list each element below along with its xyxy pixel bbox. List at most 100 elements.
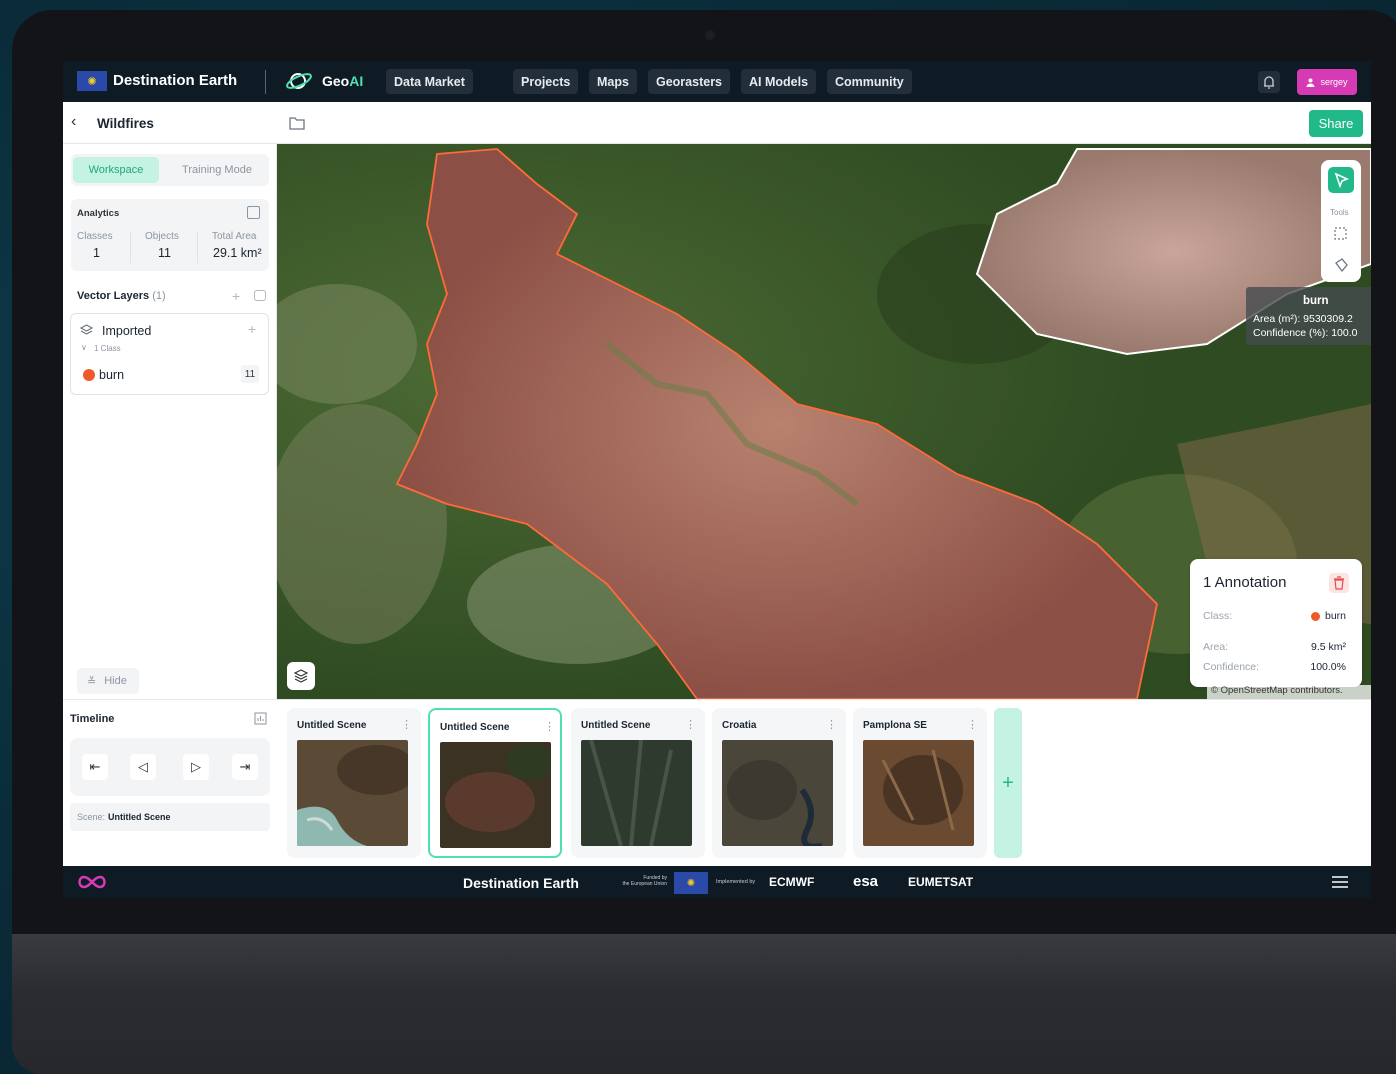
step-forward-icon[interactable]: ▷	[183, 754, 209, 780]
user-icon	[1306, 78, 1315, 87]
laptop-camera	[705, 30, 715, 40]
scene-name: Untitled Scene	[297, 720, 367, 731]
planet-icon	[286, 73, 312, 89]
kebab-menu-icon[interactable]: ⋮	[685, 718, 696, 732]
annotation-class-value: burn	[1310, 610, 1346, 622]
class-color-dot	[83, 369, 95, 381]
add-class-icon[interactable]: +	[248, 321, 256, 337]
scene-card[interactable]: Pamplona SE ⋮	[853, 708, 987, 858]
funded-by-text: Funded by the European Union	[622, 875, 667, 887]
scene-thumbnail	[581, 740, 692, 846]
kebab-menu-icon[interactable]: ⋮	[401, 718, 412, 732]
scene-card[interactable]: Croatia ⋮	[712, 708, 846, 858]
bell-icon[interactable]	[1258, 71, 1280, 93]
robot-icon[interactable]	[254, 290, 266, 301]
box-select-tool-icon[interactable]	[1333, 226, 1349, 242]
annotation-card: 1 Annotation Class: burn Area: 9.5 km² C…	[1190, 559, 1362, 687]
nav-projects[interactable]: Projects	[513, 69, 579, 94]
header-divider	[265, 70, 266, 94]
scene-thumbnail	[440, 742, 551, 848]
timeline-title: Timeline	[70, 713, 115, 725]
scene-card[interactable]: Untitled Scene ⋮	[287, 708, 421, 858]
stat-divider	[197, 231, 198, 263]
class-object-count: 11	[241, 365, 259, 383]
project-header: ‹ Wildfires Share	[63, 102, 1371, 144]
scene-thumbnail	[722, 740, 833, 846]
brand-title[interactable]: Destination Earth	[113, 72, 237, 89]
scene-name: Pamplona SE	[863, 720, 927, 731]
analytics-title: Analytics	[77, 208, 120, 219]
scene-thumbnail	[297, 740, 408, 846]
skip-last-icon[interactable]: ⇥	[232, 754, 258, 780]
total-area-value: 29.1 km²	[213, 246, 262, 260]
class-name[interactable]: burn	[99, 368, 124, 382]
chevron-down-icon[interactable]: ∨	[81, 343, 87, 352]
app-screen: ✺ Destination Earth GeoAI Data Market Pr…	[63, 61, 1371, 898]
hide-label: Hide	[104, 675, 127, 687]
kebab-menu-icon[interactable]: ⋮	[967, 718, 978, 732]
folder-icon[interactable]	[288, 115, 306, 131]
add-layer-icon[interactable]: +	[232, 288, 240, 304]
chart-icon[interactable]	[254, 712, 267, 725]
map-attribution[interactable]: © OpenStreetMap contributors.	[1207, 685, 1371, 699]
step-back-icon[interactable]: ◁	[130, 754, 156, 780]
nav-data-market[interactable]: Data Market	[386, 69, 473, 94]
scene-name: Untitled Scene	[581, 720, 651, 731]
back-arrow-icon[interactable]: ‹	[71, 113, 85, 131]
user-menu-button[interactable]: sergey	[1297, 69, 1357, 95]
share-button[interactable]: Share	[1309, 110, 1363, 137]
chevrons-down-icon: ≚	[87, 675, 97, 688]
annotation-confidence-label: Confidence:	[1203, 661, 1260, 673]
tab-training-mode[interactable]: Training Mode	[171, 157, 263, 183]
scene-name: Untitled Scene	[440, 722, 510, 733]
map-layers-icon[interactable]	[287, 662, 315, 690]
nav-maps[interactable]: Maps	[589, 69, 637, 94]
hide-button[interactable]: ≚ Hide	[77, 668, 139, 694]
tools-label: Tools	[1330, 208, 1349, 217]
annotation-confidence-value: 100.0%	[1310, 661, 1346, 673]
scene-card[interactable]: Untitled Scene ⋮	[571, 708, 705, 858]
geoai-logo[interactable]: GeoAI	[322, 73, 363, 89]
nav-community[interactable]: Community	[827, 69, 912, 94]
classes-value: 1	[93, 246, 100, 260]
kebab-menu-icon[interactable]: ⋮	[544, 720, 555, 734]
timeline-panel: Timeline ⇤ ◁ ▷ ⇥ Scene: Untitled Scene	[63, 699, 277, 866]
annotation-title: 1 Annotation	[1203, 574, 1287, 591]
layer-name: Imported	[102, 324, 152, 338]
satellite-map[interactable]: Tools burn Area (m²): 9530309.2 Confiden…	[277, 144, 1371, 699]
nav-ai-models[interactable]: AI Models	[741, 69, 817, 94]
classes-label: Classes	[77, 231, 113, 242]
pointer-tool-icon[interactable]	[1328, 167, 1354, 193]
annotation-area-label: Area:	[1203, 641, 1229, 653]
left-sidebar: Workspace Training Mode Analytics Classe…	[63, 144, 277, 699]
scene-name: Croatia	[722, 720, 757, 731]
mode-tabs: Workspace Training Mode	[71, 154, 269, 186]
implemented-by-text: Implemented by	[716, 879, 756, 885]
tab-workspace[interactable]: Workspace	[73, 157, 159, 183]
scene-value: Untitled Scene	[108, 812, 171, 822]
add-scene-button[interactable]: +	[994, 708, 1022, 858]
objects-value: 11	[158, 246, 171, 260]
trash-icon[interactable]	[1329, 573, 1349, 593]
layers-icon	[79, 324, 94, 335]
current-scene: Scene: Untitled Scene	[70, 803, 270, 831]
polygon-tool-icon[interactable]	[1333, 257, 1349, 273]
layer-card-imported[interactable]: Imported + ∨ 1 Class burn 11	[70, 313, 269, 395]
nav-georasters[interactable]: Georasters	[648, 69, 731, 94]
hamburger-menu-icon[interactable]	[1332, 876, 1348, 888]
skip-first-icon[interactable]: ⇤	[82, 754, 108, 780]
infinity-logo-icon	[78, 875, 106, 889]
footer-bar: Destination Earth Funded by the European …	[63, 866, 1371, 898]
scene-label: Scene:	[77, 812, 106, 822]
total-area-label: Total Area	[212, 231, 257, 242]
top-nav-bar: ✺ Destination Earth GeoAI Data Market Pr…	[63, 61, 1371, 102]
stat-divider	[130, 231, 131, 263]
partner-eumetsat: EUMETSAT	[908, 875, 974, 889]
tools-panel: Tools	[1321, 160, 1361, 282]
eu-flag-icon: ✺	[674, 872, 708, 894]
scene-thumbnail	[863, 740, 974, 846]
scene-card-selected[interactable]: Untitled Scene ⋮	[428, 708, 562, 858]
expand-panel-icon[interactable]	[247, 206, 260, 219]
kebab-menu-icon[interactable]: ⋮	[826, 718, 837, 732]
footer-brand: Destination Earth	[463, 875, 579, 891]
